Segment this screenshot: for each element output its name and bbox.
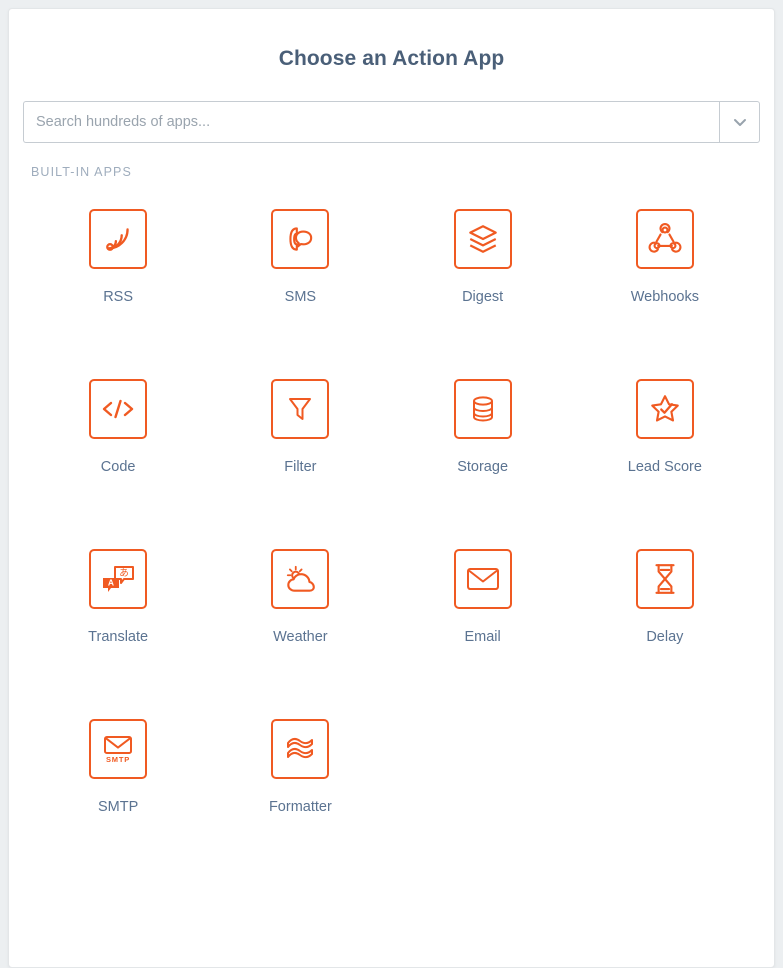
app-item-delay[interactable]: Delay <box>574 541 756 711</box>
app-grid: RSS SMS D <box>27 201 756 881</box>
delay-hourglass-icon <box>651 562 679 596</box>
app-item-sms[interactable]: SMS <box>209 201 391 371</box>
code-brackets-icon <box>100 392 136 426</box>
app-label: Storage <box>457 459 508 476</box>
app-label: SMS <box>285 289 316 306</box>
app-label: Lead Score <box>628 459 702 476</box>
smtp-envelope-icon: SMTP <box>101 732 135 766</box>
smtp-icon-text: SMTP <box>106 755 130 764</box>
app-tile <box>636 379 694 439</box>
filter-funnel-icon <box>284 392 316 426</box>
app-item-smtp[interactable]: SMTP SMTP <box>27 711 209 881</box>
app-tile: SMTP <box>89 719 147 779</box>
app-item-rss[interactable]: RSS <box>27 201 209 371</box>
app-tile <box>271 379 329 439</box>
rss-icon <box>101 222 135 256</box>
lead-score-star-icon <box>648 392 682 426</box>
storage-database-icon <box>467 392 499 426</box>
app-tile <box>271 719 329 779</box>
app-item-webhooks[interactable]: Webhooks <box>574 201 756 371</box>
app-item-translate[interactable]: あ A Translate <box>27 541 209 711</box>
app-tile <box>271 549 329 609</box>
chevron-down-icon <box>730 112 750 132</box>
app-item-weather[interactable]: Weather <box>209 541 391 711</box>
app-tile <box>271 209 329 269</box>
app-item-code[interactable]: Code <box>27 371 209 541</box>
formatter-waves-icon <box>284 734 316 764</box>
app-label: Delay <box>646 629 683 646</box>
app-tile <box>454 209 512 269</box>
app-tile <box>636 209 694 269</box>
page-title: Choose an Action App <box>9 9 774 71</box>
app-label: Email <box>464 629 500 646</box>
weather-sun-cloud-icon <box>283 562 317 596</box>
app-label: Filter <box>284 459 316 476</box>
app-item-formatter[interactable]: Formatter <box>209 711 391 881</box>
app-label: Digest <box>462 289 503 306</box>
app-tile <box>89 379 147 439</box>
app-label: Webhooks <box>631 289 699 306</box>
app-label: Translate <box>88 629 148 646</box>
app-tile <box>89 209 147 269</box>
app-item-lead-score[interactable]: Lead Score <box>574 371 756 541</box>
app-item-storage[interactable]: Storage <box>392 371 574 541</box>
section-heading-built-in-apps: BUILT-IN APPS <box>31 165 774 179</box>
app-label: SMTP <box>98 799 138 816</box>
translate-bubbles-icon: あ A <box>100 562 136 596</box>
choose-action-app-card: Choose an Action App BUILT-IN APPS <box>8 8 775 968</box>
app-tile <box>454 549 512 609</box>
translate-latin-char: A <box>108 578 114 588</box>
app-label: Code <box>101 459 136 476</box>
app-item-digest[interactable]: Digest <box>392 201 574 371</box>
app-tile <box>636 549 694 609</box>
app-label: Formatter <box>269 799 332 816</box>
translate-japanese-char: あ <box>119 568 129 579</box>
webhooks-icon <box>648 222 682 256</box>
app-tile: あ A <box>89 549 147 609</box>
app-tile <box>454 379 512 439</box>
search-input[interactable] <box>23 101 719 143</box>
dropdown-toggle-button[interactable] <box>719 101 760 143</box>
app-item-email[interactable]: Email <box>392 541 574 711</box>
digest-layers-icon <box>466 222 500 256</box>
search-row <box>23 101 760 143</box>
app-item-filter[interactable]: Filter <box>209 371 391 541</box>
app-label: Weather <box>273 629 328 646</box>
app-label: RSS <box>103 289 133 306</box>
sms-icon <box>283 222 317 256</box>
email-envelope-icon <box>466 564 500 594</box>
